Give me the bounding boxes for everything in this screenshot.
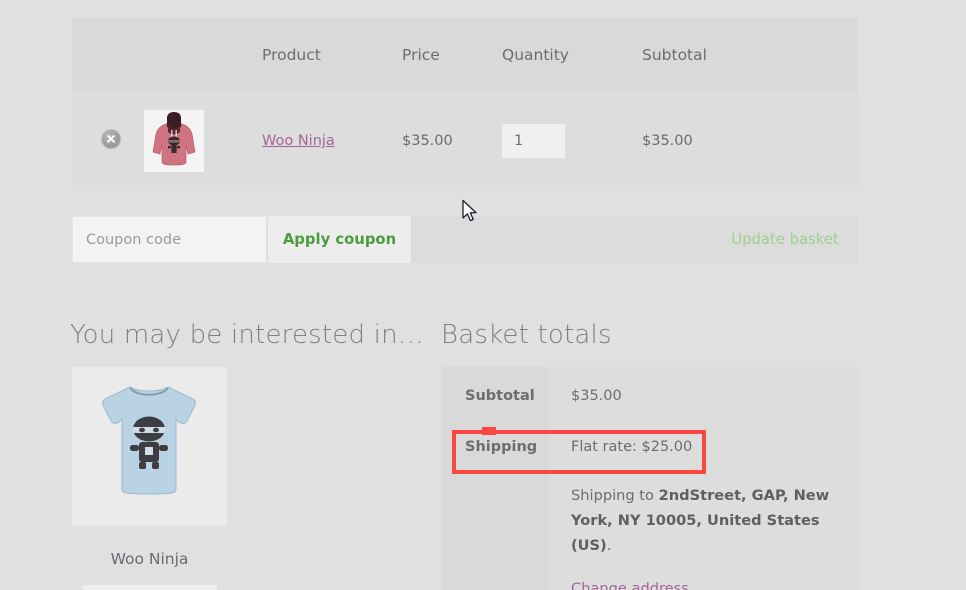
totals-value-shipping: Flat rate: $25.00 [548, 425, 858, 469]
cart-table: Product Price Quantity Subtotal Woo Ninj… [72, 18, 858, 191]
shipping-destination-text: Shipping to 2ndStreet, GAP, New York, NY… [571, 483, 834, 558]
cart-cell-subtotal: $35.00 [642, 133, 693, 149]
cart-cell-quantity [502, 91, 642, 191]
cart-cell-price: $35.00 [402, 133, 453, 149]
select-options-button[interactable]: Select options [82, 585, 217, 590]
col-header-quantity: Quantity [502, 45, 569, 64]
tshirt-illustration [72, 367, 227, 521]
hoodie-illustration [144, 110, 204, 172]
change-address-link[interactable]: Change address [571, 580, 689, 590]
cart-cell-remove [72, 91, 144, 191]
upsell-heading: You may be interested in… [70, 320, 424, 350]
basket-totals-heading: Basket totals [441, 320, 612, 350]
product-name-link[interactable]: Woo Ninja [262, 133, 335, 149]
col-header-subtotal: Subtotal [642, 45, 707, 64]
apply-coupon-button[interactable]: Apply coupon [268, 216, 411, 263]
totals-label-blank [441, 469, 548, 590]
cart-actions-row: Apply coupon Update basket [72, 216, 858, 263]
totals-label-subtotal: Subtotal [441, 367, 548, 425]
table-row: Woo Ninja $35.00 $35.00 [72, 91, 858, 191]
totals-row-subtotal: Subtotal $35.00 [441, 367, 858, 425]
remove-item-icon[interactable] [101, 129, 121, 149]
col-header-thumbnail [144, 18, 262, 91]
totals-row-shipping: Shipping Flat rate: $25.00 [441, 425, 858, 469]
update-basket-button[interactable]: Update basket [712, 216, 858, 263]
col-header-price: Price [402, 45, 440, 64]
upsell-product-image[interactable] [72, 367, 227, 525]
cart-table-wrapper: Product Price Quantity Subtotal Woo Ninj… [72, 18, 858, 191]
shipping-destination-prefix: Shipping to [571, 487, 659, 504]
col-header-product: Product [262, 45, 321, 64]
coupon-code-input[interactable] [72, 216, 267, 263]
cart-table-body: Woo Ninja $35.00 $35.00 [72, 91, 858, 191]
cart-cell-thumbnail [144, 91, 262, 191]
upsell-product-card: Woo Ninja Select options [72, 367, 227, 590]
totals-value-subtotal: $35.00 [548, 367, 858, 425]
cart-table-head: Product Price Quantity Subtotal [72, 18, 858, 91]
shipping-destination-cell: Shipping to 2ndStreet, GAP, New York, NY… [548, 469, 858, 590]
col-header-remove [72, 18, 144, 91]
cart-header-row: Product Price Quantity Subtotal [72, 18, 858, 91]
upsell-product-title[interactable]: Woo Ninja [72, 550, 227, 568]
totals-label-shipping: Shipping [441, 425, 548, 469]
cart-cell-product: Woo Ninja [262, 91, 402, 191]
quantity-input[interactable] [502, 124, 565, 158]
shipping-destination-suffix: . [606, 537, 612, 554]
totals-row-shipping-destination: Shipping to 2ndStreet, GAP, New York, NY… [441, 469, 858, 590]
product-thumbnail[interactable] [144, 110, 204, 172]
cart-page: Product Price Quantity Subtotal Woo Ninj… [0, 0, 966, 590]
basket-totals-table: Subtotal $35.00 Shipping Flat rate: $25.… [441, 367, 858, 590]
